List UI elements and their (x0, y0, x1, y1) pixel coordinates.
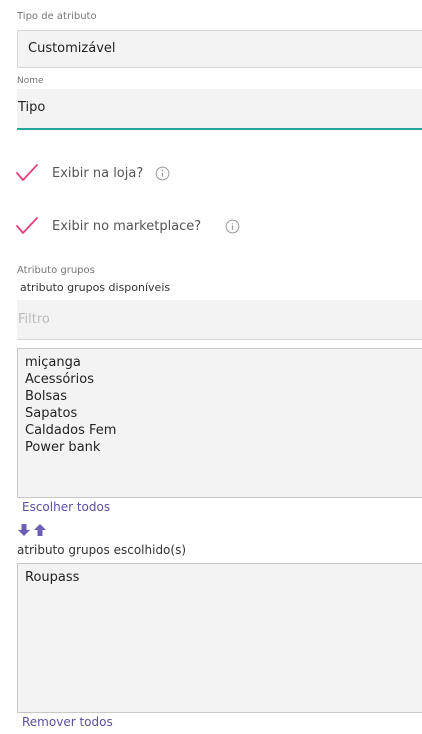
info-icon[interactable] (155, 166, 170, 181)
list-item[interactable]: Caldados Fem (25, 422, 419, 439)
show-in-store-checkbox[interactable]: Exibir na loja? (15, 161, 170, 185)
list-item[interactable]: Acessórios (25, 371, 419, 388)
attribute-type-select[interactable]: Customizável (17, 30, 422, 68)
transfer-buttons (17, 523, 49, 537)
show-in-store-label: Exibir na loja? (52, 165, 144, 181)
list-item[interactable]: Bolsas (25, 388, 419, 405)
list-item[interactable]: Roupass (25, 569, 419, 586)
checkmark-icon (16, 164, 38, 181)
chosen-groups-label: atributo grupos escolhido(s) (17, 543, 187, 557)
remove-all-link[interactable]: Remover todos (22, 715, 113, 729)
filter-input[interactable] (18, 300, 422, 339)
attribute-type-label: Tipo de atributo (17, 11, 97, 22)
name-label: Nome (17, 76, 44, 86)
list-item[interactable]: Power bank (25, 439, 419, 456)
show-in-marketplace-checkbox[interactable]: Exibir no marketplace? (15, 214, 240, 238)
show-in-marketplace-label: Exibir no marketplace? (52, 218, 202, 234)
list-item[interactable]: miçanga (25, 354, 419, 371)
choose-all-link[interactable]: Escolher todos (22, 500, 110, 514)
available-groups-label: atributo grupos disponíveis (20, 281, 171, 294)
arrow-up-icon[interactable] (33, 523, 47, 537)
arrow-down-icon[interactable] (17, 523, 31, 537)
chosen-groups-list[interactable]: Roupass (17, 563, 422, 713)
checkmark-icon (16, 217, 38, 234)
info-icon[interactable] (225, 219, 240, 234)
list-item[interactable]: Sapatos (25, 405, 419, 422)
name-input[interactable]: Tipo (17, 89, 422, 130)
groups-section-label: Atributo grupos (17, 265, 95, 276)
filter-field[interactable] (17, 300, 422, 340)
available-groups-list[interactable]: miçanga Acessórios Bolsas Sapatos Caldad… (17, 348, 422, 498)
